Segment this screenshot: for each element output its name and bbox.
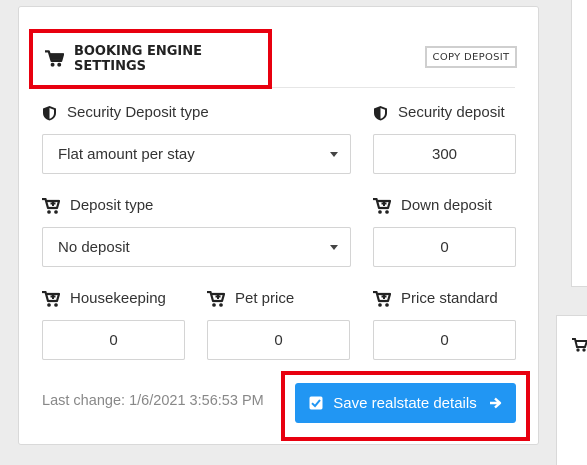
down-deposit-label: Down deposit [373,197,492,214]
cart-plus-icon [42,290,60,307]
cart-icon [572,338,587,352]
save-button-label: Save realstate details [333,394,477,412]
deposit-type-select[interactable]: No deposit [42,227,351,267]
cart-icon [45,50,64,67]
copy-deposit-button[interactable]: COPY DEPOSIT [425,46,517,68]
deposit-type-label: Deposit type [42,197,153,214]
label-text: Down deposit [401,197,492,214]
cart-plus-icon [373,197,391,214]
input-value: 0 [274,331,283,349]
shield-icon [374,105,387,120]
down-deposit-input[interactable]: 0 [373,227,516,267]
cart-plus-icon [373,290,391,307]
select-value: No deposit [58,238,130,256]
price-standard-input[interactable]: 0 [373,320,516,360]
housekeeping-label: Housekeeping [42,290,166,307]
label-text: Pet price [235,290,295,307]
chevron-down-icon [330,152,338,157]
title-highlight: BOOKING ENGINE SETTINGS [29,29,272,89]
security-deposit-type-select[interactable]: Flat amount per stay [42,134,351,174]
chevron-down-icon [330,245,338,250]
save-realstate-button[interactable]: Save realstate details [295,383,516,423]
housekeeping-input[interactable]: 0 [42,320,185,360]
input-value: 300 [431,145,458,163]
price-standard-label: Price standard [373,290,498,307]
booking-engine-card: BOOKING ENGINE SETTINGS COPY DEPOSIT Sec… [18,6,539,445]
input-value: 0 [440,238,449,256]
page-title: BOOKING ENGINE SETTINGS [73,44,202,74]
label-text: Security deposit [398,104,505,121]
arrow-right-icon [489,397,501,409]
input-value: 0 [440,331,449,349]
label-text: Security Deposit type [67,104,209,121]
pet-price-input[interactable]: 0 [207,320,350,360]
select-value: Flat amount per stay [58,145,195,163]
input-value: 0 [109,331,118,349]
pet-price-label: Pet price [207,290,294,307]
security-deposit-label: Security deposit [373,104,505,121]
security-deposit-input[interactable]: 300 [373,134,516,174]
label-text: Housekeeping [70,290,166,307]
security-deposit-type-label: Security Deposit type [42,104,209,121]
cart-plus-icon [207,290,225,307]
label-text: Price standard [401,290,498,307]
last-change-text: Last change: 1/6/2021 3:56:53 PM [42,393,264,409]
checkbox-icon [309,396,323,410]
cart-plus-icon [42,197,60,214]
label-text: Deposit type [70,197,154,214]
shield-icon [43,105,56,120]
right-side-panel [571,0,587,287]
